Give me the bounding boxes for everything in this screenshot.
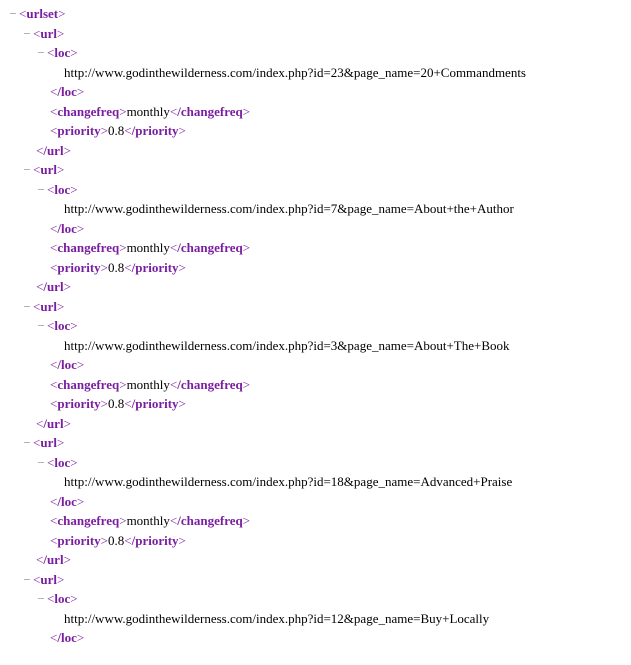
- url-close: </url>: [8, 414, 623, 434]
- changefreq-line: <changefreq>monthly</changefreq>: [8, 375, 623, 395]
- priority-value: 0.8: [108, 396, 124, 411]
- changefreq-value: monthly: [127, 377, 170, 392]
- loc-close: </loc>: [8, 219, 623, 239]
- changefreq-value: monthly: [127, 240, 170, 255]
- collapse-icon[interactable]: −: [36, 589, 46, 609]
- priority-value: 0.8: [108, 533, 124, 548]
- collapse-icon[interactable]: −: [36, 180, 46, 200]
- collapse-icon[interactable]: −: [22, 570, 32, 590]
- xml-tree: −<urlset>−<url>−<loc>http://www.godinthe…: [8, 4, 623, 648]
- loc-close: </loc>: [8, 355, 623, 375]
- changefreq-value: monthly: [127, 513, 170, 528]
- collapse-icon[interactable]: −: [8, 4, 18, 24]
- priority-line: <priority>0.8</priority>: [8, 394, 623, 414]
- loc-close: </loc>: [8, 492, 623, 512]
- changefreq-line: <changefreq>monthly</changefreq>: [8, 102, 623, 122]
- url-open: −<url>: [8, 160, 623, 180]
- collapse-icon[interactable]: −: [36, 43, 46, 63]
- loc-value: http://www.godinthewilderness.com/index.…: [8, 609, 623, 629]
- url-close: </url>: [8, 277, 623, 297]
- changefreq-line: <changefreq>monthly</changefreq>: [8, 238, 623, 258]
- url-close: </url>: [8, 141, 623, 161]
- loc-open: −<loc>: [8, 43, 623, 63]
- loc-open: −<loc>: [8, 180, 623, 200]
- priority-value: 0.8: [108, 123, 124, 138]
- url-close: </url>: [8, 550, 623, 570]
- collapse-icon[interactable]: −: [36, 316, 46, 336]
- collapse-icon[interactable]: −: [36, 453, 46, 473]
- loc-value: http://www.godinthewilderness.com/index.…: [8, 336, 623, 356]
- collapse-icon[interactable]: −: [22, 24, 32, 44]
- loc-close: </loc>: [8, 628, 623, 648]
- collapse-icon[interactable]: −: [22, 297, 32, 317]
- loc-close: </loc>: [8, 82, 623, 102]
- urlset-open: −<urlset>: [8, 4, 623, 24]
- loc-value: http://www.godinthewilderness.com/index.…: [8, 63, 623, 83]
- priority-line: <priority>0.8</priority>: [8, 531, 623, 551]
- loc-open: −<loc>: [8, 589, 623, 609]
- loc-open: −<loc>: [8, 316, 623, 336]
- url-open: −<url>: [8, 433, 623, 453]
- url-open: −<url>: [8, 24, 623, 44]
- collapse-icon[interactable]: −: [22, 433, 32, 453]
- priority-value: 0.8: [108, 260, 124, 275]
- priority-line: <priority>0.8</priority>: [8, 121, 623, 141]
- loc-open: −<loc>: [8, 453, 623, 473]
- loc-value: http://www.godinthewilderness.com/index.…: [8, 199, 623, 219]
- priority-line: <priority>0.8</priority>: [8, 258, 623, 278]
- loc-value: http://www.godinthewilderness.com/index.…: [8, 472, 623, 492]
- url-open: −<url>: [8, 570, 623, 590]
- changefreq-value: monthly: [127, 104, 170, 119]
- collapse-icon[interactable]: −: [22, 160, 32, 180]
- url-open: −<url>: [8, 297, 623, 317]
- changefreq-line: <changefreq>monthly</changefreq>: [8, 511, 623, 531]
